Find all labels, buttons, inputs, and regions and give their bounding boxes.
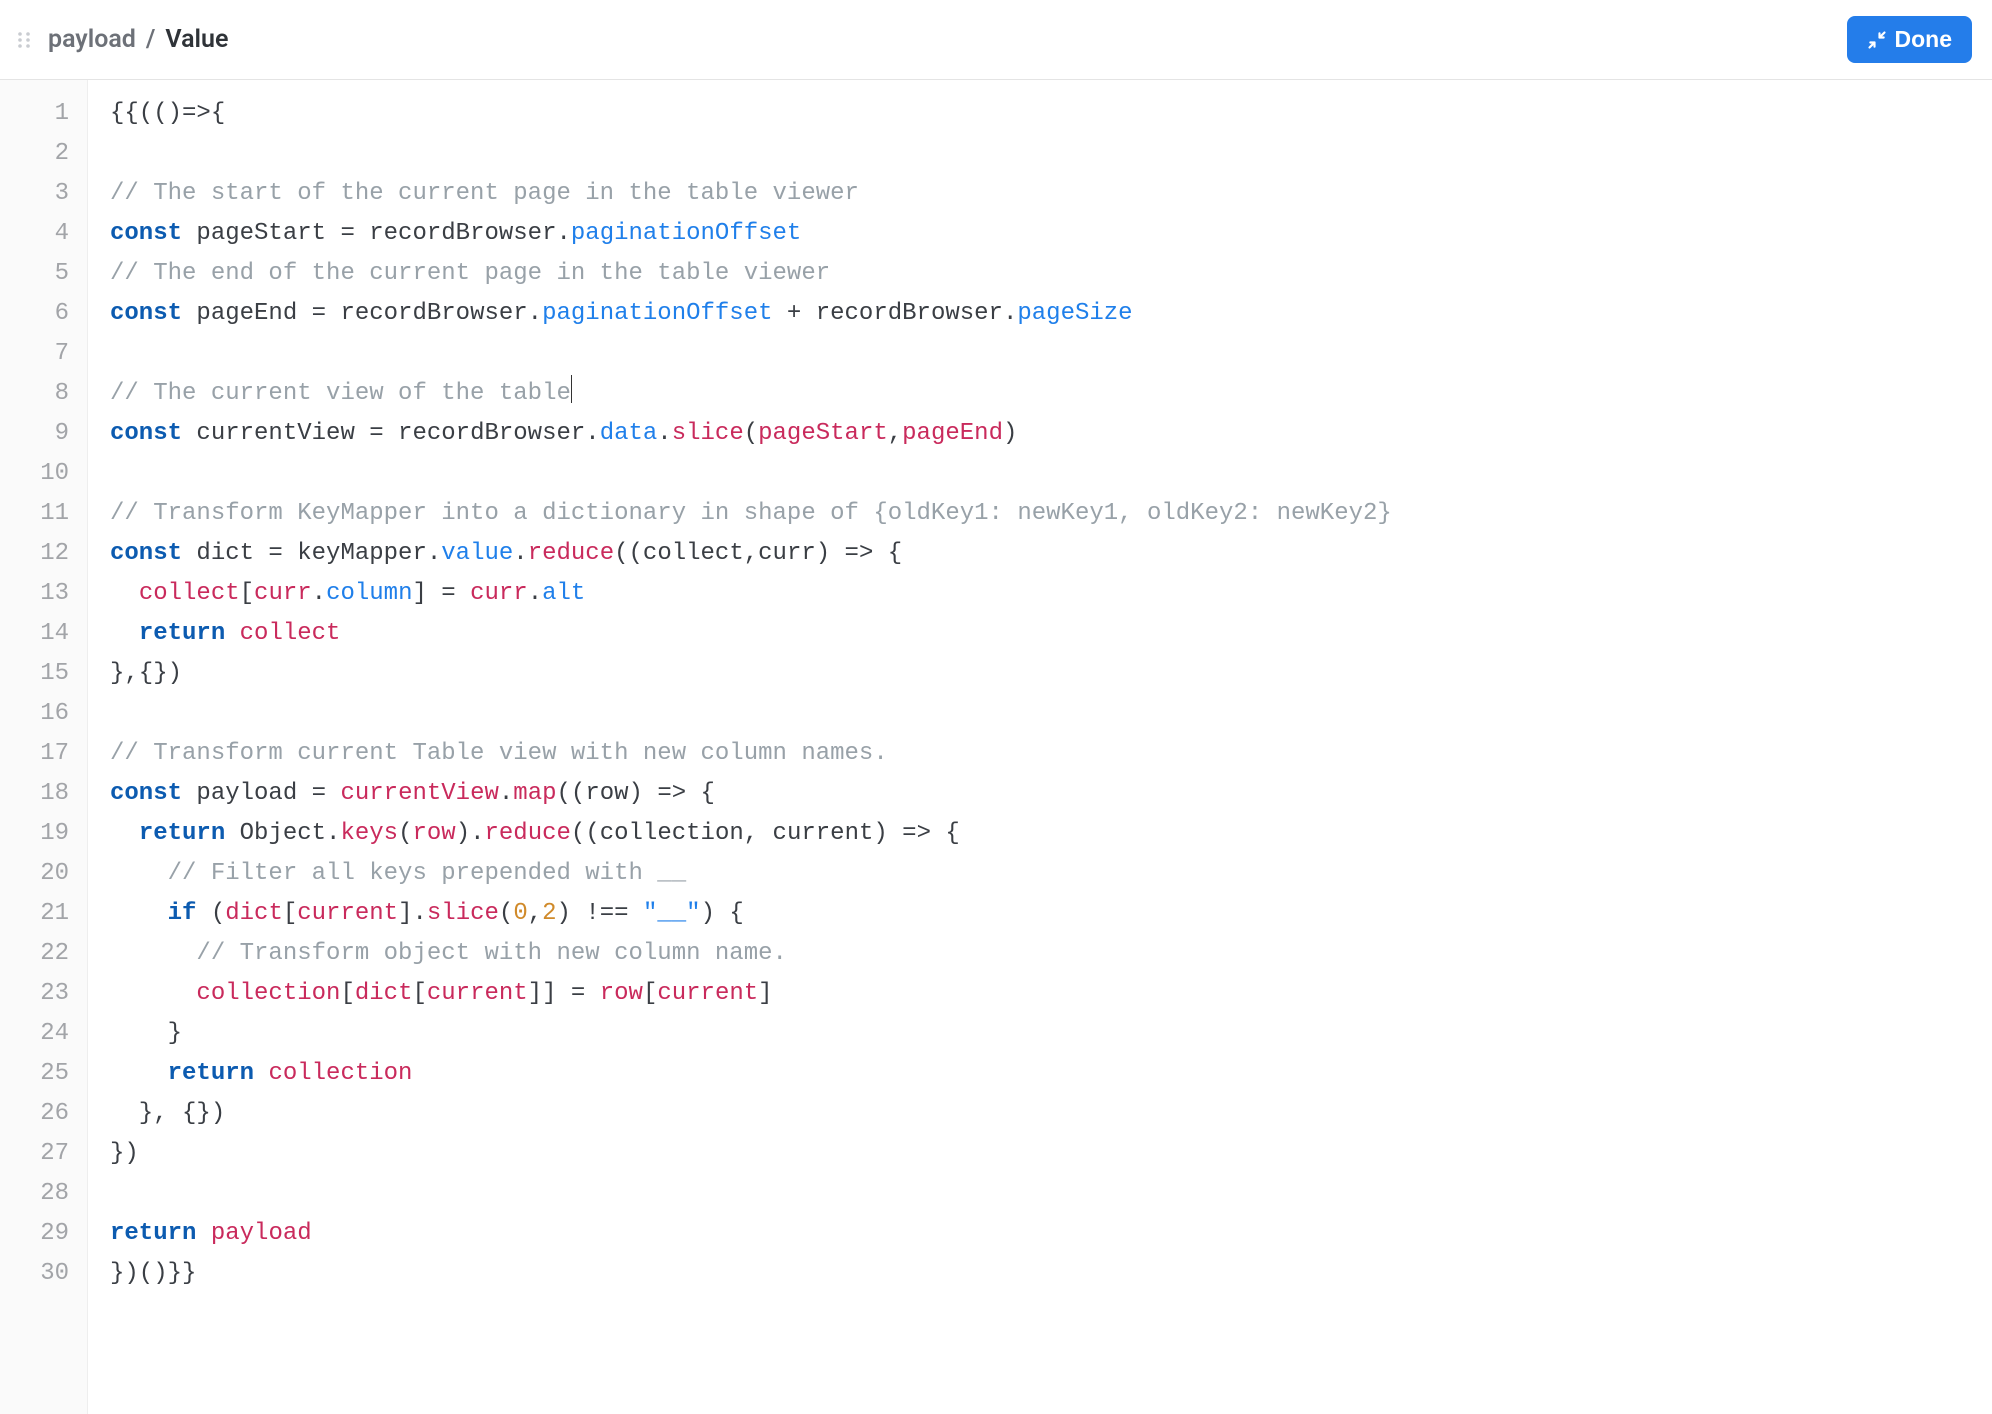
collapse-icon <box>1867 30 1887 50</box>
code-line[interactable]: // The end of the current page in the ta… <box>110 254 1970 294</box>
header-left: payload / Value <box>14 25 228 54</box>
breadcrumb-item-1[interactable]: payload <box>48 25 136 54</box>
line-number: 28 <box>6 1174 69 1214</box>
code-line[interactable]: })()}} <box>110 1254 1970 1294</box>
code-line[interactable] <box>110 1174 1970 1214</box>
code-line[interactable]: const payload = currentView.map((row) =>… <box>110 774 1970 814</box>
line-number: 17 <box>6 734 69 774</box>
done-button-label: Done <box>1895 26 1953 53</box>
code-line[interactable] <box>110 134 1970 174</box>
line-number-gutter: 1234567891011121314151617181920212223242… <box>0 80 88 1414</box>
code-editor[interactable]: 1234567891011121314151617181920212223242… <box>0 80 1992 1414</box>
line-number: 7 <box>6 334 69 374</box>
code-line[interactable]: }) <box>110 1134 1970 1174</box>
line-number: 13 <box>6 574 69 614</box>
code-line[interactable]: collect[curr.column] = curr.alt <box>110 574 1970 614</box>
line-number: 26 <box>6 1094 69 1134</box>
editor-header: payload / Value Done <box>0 0 1992 80</box>
code-line[interactable]: // Transform current Table view with new… <box>110 734 1970 774</box>
line-number: 20 <box>6 854 69 894</box>
code-line[interactable] <box>110 454 1970 494</box>
code-line[interactable]: return payload <box>110 1214 1970 1254</box>
code-line[interactable]: // Transform object with new column name… <box>110 934 1970 974</box>
line-number: 6 <box>6 294 69 334</box>
line-number: 9 <box>6 414 69 454</box>
breadcrumb-separator: / <box>146 25 156 54</box>
line-number: 25 <box>6 1054 69 1094</box>
line-number: 10 <box>6 454 69 494</box>
code-line[interactable] <box>110 694 1970 734</box>
breadcrumb: payload / Value <box>48 25 228 54</box>
line-number: 22 <box>6 934 69 974</box>
line-number: 5 <box>6 254 69 294</box>
code-line[interactable]: const currentView = recordBrowser.data.s… <box>110 414 1970 454</box>
line-number: 29 <box>6 1214 69 1254</box>
code-line[interactable]: if (dict[current].slice(0,2) !== "__") { <box>110 894 1970 934</box>
line-number: 18 <box>6 774 69 814</box>
drag-handle-icon[interactable] <box>14 30 34 50</box>
code-line[interactable]: // Filter all keys prepended with __ <box>110 854 1970 894</box>
code-line[interactable]: } <box>110 1014 1970 1054</box>
line-number: 24 <box>6 1014 69 1054</box>
line-number: 11 <box>6 494 69 534</box>
line-number: 16 <box>6 694 69 734</box>
code-line[interactable]: const dict = keyMapper.value.reduce((col… <box>110 534 1970 574</box>
code-line[interactable]: // The start of the current page in the … <box>110 174 1970 214</box>
line-number: 15 <box>6 654 69 694</box>
done-button[interactable]: Done <box>1847 16 1973 63</box>
code-line[interactable]: collection[dict[current]] = row[current] <box>110 974 1970 1014</box>
line-number: 2 <box>6 134 69 174</box>
line-number: 4 <box>6 214 69 254</box>
code-line[interactable]: // The current view of the table <box>110 374 1970 414</box>
line-number: 3 <box>6 174 69 214</box>
line-number: 1 <box>6 94 69 134</box>
line-number: 30 <box>6 1254 69 1294</box>
line-number: 14 <box>6 614 69 654</box>
code-line[interactable]: }, {}) <box>110 1094 1970 1134</box>
line-number: 23 <box>6 974 69 1014</box>
code-line[interactable]: },{}) <box>110 654 1970 694</box>
line-number: 21 <box>6 894 69 934</box>
code-line[interactable]: return Object.keys(row).reduce((collecti… <box>110 814 1970 854</box>
code-line[interactable]: const pageEnd = recordBrowser.pagination… <box>110 294 1970 334</box>
line-number: 27 <box>6 1134 69 1174</box>
line-number: 8 <box>6 374 69 414</box>
code-line[interactable] <box>110 334 1970 374</box>
code-line[interactable]: return collection <box>110 1054 1970 1094</box>
line-number: 19 <box>6 814 69 854</box>
code-line[interactable]: const pageStart = recordBrowser.paginati… <box>110 214 1970 254</box>
code-line[interactable]: {{(()=>{ <box>110 94 1970 134</box>
breadcrumb-item-2[interactable]: Value <box>165 25 228 54</box>
line-number: 12 <box>6 534 69 574</box>
code-line[interactable]: return collect <box>110 614 1970 654</box>
text-cursor <box>571 375 572 403</box>
code-line[interactable]: // Transform KeyMapper into a dictionary… <box>110 494 1970 534</box>
code-area[interactable]: {{(()=>{ // The start of the current pag… <box>88 80 1992 1414</box>
